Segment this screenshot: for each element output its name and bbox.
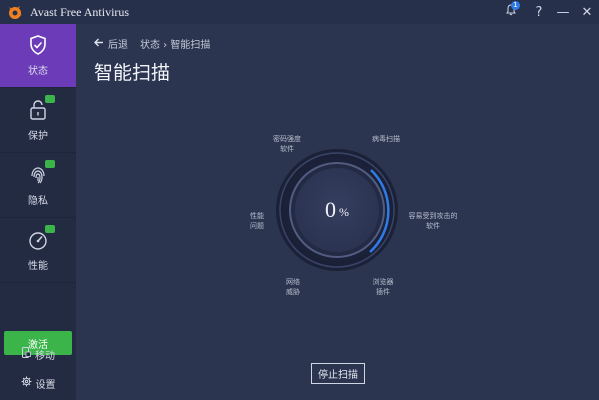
scan-category-password: 密码强度 软件 [273,135,301,153]
settings-link[interactable]: 设置 [0,373,76,393]
lock-icon [27,95,55,121]
gear-icon [21,376,36,390]
sidebar-item-protection[interactable]: 保护 [0,89,76,153]
sidebar-item-privacy[interactable]: 隐私 [0,154,76,218]
avast-logo-icon [6,3,24,21]
scan-category-performance-issues: 性能 问题 [250,212,264,230]
close-button[interactable]: ✕ [575,0,599,24]
shield-check-icon [27,34,49,56]
stop-scan-button[interactable]: 停止扫描 [311,363,365,384]
sidebar-item-label: 性能 [28,261,48,272]
fingerprint-icon [27,160,55,186]
sidebar-item-label: 状态 [28,66,48,77]
title-bar: Avast Free Antivirus 1 ? — ✕ [0,0,599,24]
update-badge [45,95,55,103]
update-badge [45,225,55,233]
speedometer-icon [27,225,55,251]
scan-category-network-threats: 网络 威胁 [286,278,300,296]
sidebar-item-label: 保护 [28,131,48,142]
window-controls: 1 ? — ✕ [499,0,599,24]
back-button[interactable]: 后退 [94,36,128,51]
mobile-link[interactable]: 移动 [0,344,76,364]
scan-category-vulnerable-software: 容易受到攻击的 软件 [408,212,458,230]
sidebar-item-performance[interactable]: 性能 [0,219,76,283]
update-badge [45,160,55,168]
scan-category-virus: 病毒扫描 [372,135,400,143]
help-button[interactable]: ? [527,0,551,24]
scan-percent-sign: % [339,204,349,219]
notification-badge: 1 [511,1,520,10]
breadcrumb: 后退 状态 › 智能扫描 [94,36,210,51]
breadcrumb-path[interactable]: 状态 › 智能扫描 [140,36,210,51]
scan-percent-number: 0 [325,197,336,222]
settings-label: 设置 [35,379,56,391]
page-title: 智能扫描 [94,62,171,84]
scan-category-browser-addons: 浏览器 插件 [372,278,394,296]
back-label: 后退 [108,40,128,51]
mobile-label: 移动 [35,350,55,362]
sidebar-item-status[interactable]: 状态 [0,24,76,88]
scan-percent: 0 % [274,148,400,272]
notifications-button[interactable]: 1 [499,0,523,24]
minimize-button[interactable]: — [551,0,575,24]
scan-progress-dial: 0 % [274,148,400,272]
sidebar: 状态 保护 隐私 性能 激活 移动 设置 [0,24,76,400]
sidebar-item-label: 隐私 [28,196,48,207]
window-title: Avast Free Antivirus [30,4,130,19]
arrow-left-icon [94,38,104,50]
mobile-phone-icon [21,347,35,361]
